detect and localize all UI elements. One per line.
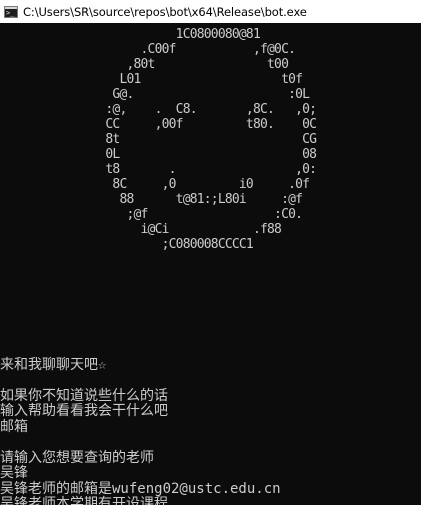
- console-output-line: [0, 311, 281, 327]
- ascii-art-logo: 1C0800080@81 .C00f ,f@0C. ,80t t00 L01 t…: [0, 27, 317, 252]
- console-output-line: [0, 342, 281, 358]
- console-output-line: 来和我聊聊天吧☆: [0, 356, 107, 373]
- console-output-line: 如果你不知道说些什么的话: [0, 387, 168, 404]
- console-output-line: 请输入您想要查询的老师: [0, 449, 154, 466]
- console-output-line: [0, 435, 281, 451]
- console-output: 来和我聊聊天吧☆ 如果你不知道说些什么的话 输入帮助看看我会干什么吧 邮箱请输入您想要…: [0, 311, 281, 505]
- console-window: >_ C:\Users\SR\source\repos\bot\x64\Rele…: [0, 0, 421, 505]
- ascii-art-line: L01 t0f: [0, 72, 303, 87]
- console-output-line: [0, 327, 281, 343]
- console-output-line: 吴锋: [0, 465, 28, 481]
- console-output-line: 吴锋老师本学期有开设课程: [0, 496, 168, 505]
- console-output-line: [0, 373, 281, 389]
- window-title: C:\Users\SR\source\repos\bot\x64\Release…: [23, 4, 307, 19]
- console-output-line: 输入帮助看看我会干什么吧: [0, 403, 168, 419]
- console-output-line: 吴锋老师的邮箱是wufeng02@ustc.edu.cn: [0, 480, 281, 497]
- console-output-line: 邮箱: [0, 418, 28, 435]
- ascii-art-line: 1C0800080@81: [0, 27, 261, 42]
- console-area[interactable]: 1C0800080@81 .C00f ,f@0C. ,80t t00 L01 t…: [0, 23, 421, 505]
- ascii-art-line: .C00f ,f@0C.: [0, 42, 296, 57]
- ascii-art-line: 88 t@81:;L80i :@f: [0, 192, 303, 207]
- ascii-art-line: t8 . ,0:: [0, 162, 317, 177]
- ascii-art-line: CC ,00f t80. 0C: [0, 117, 317, 132]
- ascii-art-line: ;@f :C0.: [0, 207, 303, 222]
- ascii-art-line: 8C ,0 i0 .0f: [0, 177, 310, 192]
- title-bar[interactable]: >_ C:\Users\SR\source\repos\bot\x64\Rele…: [0, 0, 421, 23]
- ascii-art-line: G@. :0L: [0, 87, 310, 102]
- ascii-art-line: :@, . C8. ,8C. ,0;: [0, 102, 317, 117]
- ascii-art-line: ;C080008CCCC1: [0, 237, 254, 252]
- ascii-art-line: ,80t t00: [0, 57, 289, 72]
- ascii-art-line: 8t CG: [0, 132, 317, 147]
- console-app-icon: >_: [4, 5, 18, 18]
- ascii-art-line: i@Ci .f88: [0, 222, 282, 237]
- ascii-art-line: 0L 08: [0, 147, 317, 162]
